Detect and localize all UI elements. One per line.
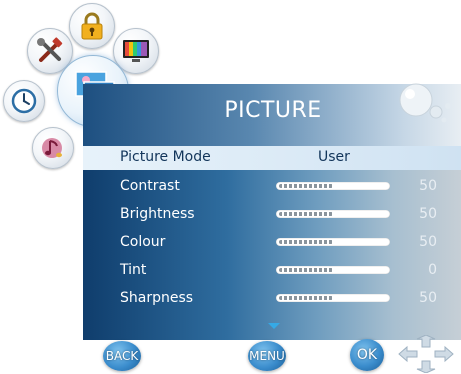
brightness-row[interactable]: Brightness 50 xyxy=(83,203,461,227)
sharpness-row[interactable]: Sharpness 50 xyxy=(83,287,461,311)
lock-icon xyxy=(81,12,103,40)
picture-mode-label: Picture Mode xyxy=(120,149,211,165)
tint-value: 0 xyxy=(428,262,437,278)
direction-pad-icon[interactable] xyxy=(397,335,455,373)
colour-value: 50 xyxy=(419,234,437,250)
brightness-slider-fill xyxy=(279,212,333,216)
sharpness-value: 50 xyxy=(419,290,437,306)
brightness-value: 50 xyxy=(419,206,437,222)
brightness-slider[interactable] xyxy=(276,210,390,218)
colour-slider[interactable] xyxy=(276,238,390,246)
menu-button[interactable]: MENU xyxy=(248,341,286,371)
contrast-label: Contrast xyxy=(120,178,180,194)
clock-icon-button[interactable] xyxy=(3,80,45,122)
clock-icon xyxy=(11,88,37,114)
back-button[interactable]: BACK xyxy=(103,341,141,371)
contrast-row[interactable]: Contrast 50 xyxy=(83,175,461,199)
brightness-label: Brightness xyxy=(120,206,195,222)
picture-mode-value: User xyxy=(318,149,350,165)
colour-slider-fill xyxy=(279,240,333,244)
ok-button[interactable]: OK xyxy=(350,339,384,371)
tint-row[interactable]: Tint 0 xyxy=(83,259,461,283)
tools-icon xyxy=(37,37,63,62)
picture-mode-row[interactable]: Picture Mode User xyxy=(83,146,461,170)
tv-screen-icon xyxy=(123,40,149,62)
music-note-icon-button[interactable] xyxy=(32,127,74,169)
tint-slider-fill xyxy=(279,268,333,272)
lock-icon-button[interactable] xyxy=(69,3,115,49)
contrast-slider-fill xyxy=(279,184,333,188)
colour-label: Colour xyxy=(120,234,166,250)
colour-row[interactable]: Colour 50 xyxy=(83,231,461,255)
menu-button-label: MENU xyxy=(249,349,285,363)
tint-slider[interactable] xyxy=(276,266,390,274)
back-button-label: BACK xyxy=(105,349,139,363)
contrast-slider[interactable] xyxy=(276,182,390,190)
scroll-down-icon[interactable] xyxy=(268,323,280,329)
sharpness-label: Sharpness xyxy=(120,290,194,306)
ok-button-label: OK xyxy=(356,347,378,363)
contrast-value: 50 xyxy=(419,178,437,194)
sharpness-slider-fill xyxy=(279,296,333,300)
music-note-icon xyxy=(42,138,62,158)
sharpness-slider[interactable] xyxy=(276,294,390,302)
tint-label: Tint xyxy=(120,262,147,278)
bubbles-decoration-icon xyxy=(399,83,451,123)
